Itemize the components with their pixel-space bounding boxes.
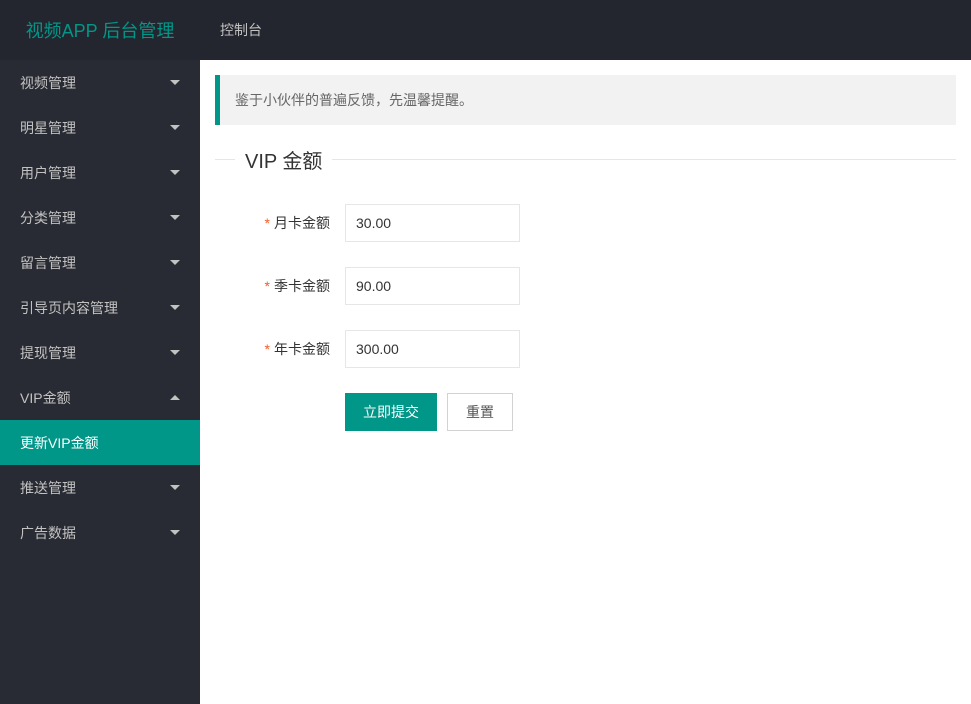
year-amount-label: *年卡金额 [235, 339, 345, 359]
year-amount-input[interactable] [345, 330, 520, 368]
chevron-up-icon [170, 395, 180, 400]
submit-button[interactable]: 立即提交 [345, 393, 437, 431]
form-item-month: *月卡金额 [235, 204, 936, 242]
alert-banner: 鉴于小伙伴的普遍反馈，先温馨提醒。 [215, 75, 956, 125]
chevron-down-icon [170, 215, 180, 220]
label-text: 季卡金额 [274, 278, 330, 294]
header: 视频APP 后台管理 控制台 [0, 0, 971, 60]
container: 视频管理 明星管理 用户管理 分类管理 留言管理 引导页内容管理 提现管理 V [0, 60, 971, 704]
required-mark: * [265, 341, 270, 357]
sidebar-item-label: 留言管理 [20, 253, 76, 273]
month-amount-input[interactable] [345, 204, 520, 242]
sidebar: 视频管理 明星管理 用户管理 分类管理 留言管理 引导页内容管理 提现管理 V [0, 60, 200, 704]
sidebar-item-video-manage[interactable]: 视频管理 [0, 60, 200, 105]
vip-amount-fieldset: VIP 金额 *月卡金额 *季卡金额 *年卡金额 立即提交 重 [215, 145, 956, 461]
main-content: 鉴于小伙伴的普遍反馈，先温馨提醒。 VIP 金额 *月卡金额 *季卡金额 *年卡… [200, 60, 971, 704]
chevron-down-icon [170, 485, 180, 490]
sidebar-item-label: 广告数据 [20, 523, 76, 543]
logo[interactable]: 视频APP 后台管理 [0, 0, 200, 60]
sidebar-item-ad-data[interactable]: 广告数据 [0, 510, 200, 555]
chevron-down-icon [170, 305, 180, 310]
quarter-amount-label: *季卡金额 [235, 276, 345, 296]
sidebar-item-message-manage[interactable]: 留言管理 [0, 240, 200, 285]
sidebar-item-vip-amount[interactable]: VIP金额 [0, 375, 200, 420]
required-mark: * [265, 215, 270, 231]
sidebar-item-guide-content-manage[interactable]: 引导页内容管理 [0, 285, 200, 330]
sidebar-item-category-manage[interactable]: 分类管理 [0, 195, 200, 240]
chevron-down-icon [170, 350, 180, 355]
month-amount-label: *月卡金额 [235, 213, 345, 233]
quarter-amount-input[interactable] [345, 267, 520, 305]
sidebar-item-label: 引导页内容管理 [20, 298, 118, 318]
sidebar-item-star-manage[interactable]: 明星管理 [0, 105, 200, 150]
sidebar-item-label: 用户管理 [20, 163, 76, 183]
form-item-quarter: *季卡金额 [235, 267, 936, 305]
label-text: 年卡金额 [274, 341, 330, 357]
chevron-down-icon [170, 260, 180, 265]
chevron-down-icon [170, 125, 180, 130]
chevron-down-icon [170, 80, 180, 85]
sidebar-item-label: VIP金额 [20, 388, 71, 408]
chevron-down-icon [170, 530, 180, 535]
form-buttons-row: 立即提交 重置 [235, 393, 936, 431]
sidebar-item-label: 提现管理 [20, 343, 76, 363]
sidebar-item-label: 视频管理 [20, 73, 76, 93]
sidebar-item-withdraw-manage[interactable]: 提现管理 [0, 330, 200, 375]
form-item-year: *年卡金额 [235, 330, 936, 368]
sidebar-item-user-manage[interactable]: 用户管理 [0, 150, 200, 195]
sidebar-item-label: 分类管理 [20, 208, 76, 228]
reset-button[interactable]: 重置 [447, 393, 513, 431]
fieldset-legend: VIP 金额 [235, 145, 332, 174]
nav-console[interactable]: 控制台 [200, 0, 282, 60]
label-text: 月卡金额 [274, 215, 330, 231]
sidebar-item-label: 推送管理 [20, 478, 76, 498]
chevron-down-icon [170, 170, 180, 175]
sidebar-item-label: 明星管理 [20, 118, 76, 138]
sidebar-subitem-update-vip-amount[interactable]: 更新VIP金额 [0, 420, 200, 465]
required-mark: * [265, 278, 270, 294]
sidebar-item-push-manage[interactable]: 推送管理 [0, 465, 200, 510]
